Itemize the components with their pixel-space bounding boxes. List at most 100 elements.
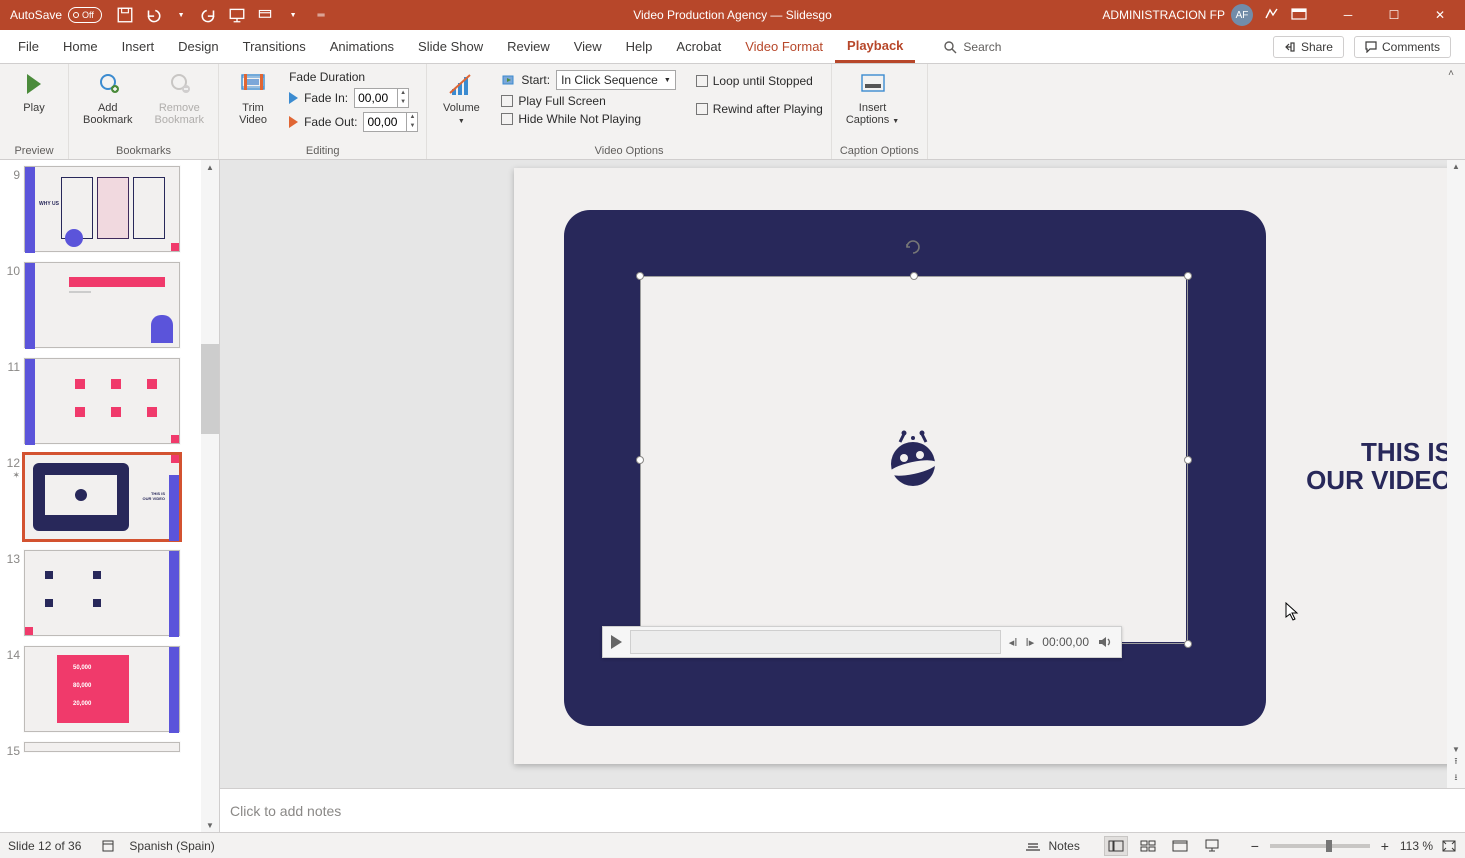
slide-thumbnail-15[interactable]: 15 xyxy=(2,742,215,758)
fade-out-label: Fade Out: xyxy=(304,115,357,129)
account-button[interactable]: ADMINISTRACION FP AF xyxy=(1102,4,1253,26)
tab-animations[interactable]: Animations xyxy=(318,30,406,63)
user-avatar: AF xyxy=(1231,4,1253,26)
insert-captions-icon xyxy=(857,70,889,98)
tab-playback[interactable]: Playback xyxy=(835,30,915,63)
group-video-options: Volume▼ Start: In Click Sequence ▼ xyxy=(427,64,831,159)
selection-handle[interactable] xyxy=(636,272,644,280)
ribbon-display-icon[interactable] xyxy=(1291,8,1307,23)
trim-video-button[interactable]: Trim Video xyxy=(227,68,279,128)
mouse-cursor xyxy=(1285,602,1299,622)
rewind-checkbox[interactable]: Rewind after Playing xyxy=(696,102,823,116)
close-button[interactable]: ✕ xyxy=(1417,0,1463,30)
slide-thumbnail-13[interactable]: 13 xyxy=(2,550,215,636)
redo-icon[interactable] xyxy=(200,6,218,24)
selection-handle[interactable] xyxy=(910,272,918,280)
add-bookmark-button[interactable]: Add Bookmark xyxy=(77,68,139,128)
collapse-ribbon-icon[interactable]: ˄ xyxy=(1448,68,1454,79)
autosave-toggle[interactable]: AutoSave Off xyxy=(10,7,102,23)
slide-sorter-view-button[interactable] xyxy=(1136,836,1160,856)
slide-thumbnail-14[interactable]: 14 50,000 80,000 20,000 xyxy=(2,646,215,732)
zoom-value[interactable]: 113 % xyxy=(1400,839,1433,853)
tab-design[interactable]: Design xyxy=(166,30,230,63)
tab-view[interactable]: View xyxy=(562,30,614,63)
thumbnail-scrollbar[interactable]: ▲ ▼ xyxy=(201,160,219,832)
ribbon-tabs: File Home Insert Design Transitions Anim… xyxy=(0,30,1465,64)
undo-dropdown-icon[interactable]: ▼ xyxy=(172,6,190,24)
comments-button[interactable]: Comments xyxy=(1354,36,1451,58)
step-back-button[interactable]: ◂Ⅰ xyxy=(1009,636,1018,649)
slide-thumbnail-11[interactable]: 11 xyxy=(2,358,215,444)
slide-thumbnail-9[interactable]: 9 WHY US xyxy=(2,166,215,252)
coming-soon-icon[interactable] xyxy=(1263,5,1281,26)
video-progress-track[interactable] xyxy=(630,630,1001,654)
play-fullscreen-checkbox[interactable]: Play Full Screen xyxy=(501,94,675,108)
volume-button[interactable]: Volume▼ xyxy=(435,68,487,130)
normal-view-button[interactable] xyxy=(1104,836,1128,856)
video-play-button[interactable] xyxy=(611,635,622,649)
start-label: Start: xyxy=(521,73,550,87)
notes-toggle-icon[interactable] xyxy=(1025,840,1041,852)
fade-duration-label: Fade Duration xyxy=(289,70,418,84)
editor-vertical-scrollbar[interactable]: ▲ ▼ ⭱ ⭳ xyxy=(1447,160,1465,788)
tab-file[interactable]: File xyxy=(6,30,51,63)
qat-dropdown-icon[interactable]: ▼ xyxy=(284,6,302,24)
tab-home[interactable]: Home xyxy=(51,30,110,63)
rotate-handle[interactable] xyxy=(904,238,922,256)
zoom-in-button[interactable]: + xyxy=(1378,838,1392,854)
language-status[interactable]: Spanish (Spain) xyxy=(129,839,214,853)
slide-thumbnail-10[interactable]: 10 xyxy=(2,262,215,348)
slide-canvas-area[interactable]: ◂Ⅰ Ⅰ▸ 00:00,00 THIS IS OUR VIDEO xyxy=(220,160,1465,788)
hide-not-playing-checkbox[interactable]: Hide While Not Playing xyxy=(501,112,675,126)
selection-handle[interactable] xyxy=(1184,456,1192,464)
insert-captions-button[interactable]: Insert Captions ▼ xyxy=(840,68,905,130)
fit-to-window-button[interactable] xyxy=(1441,839,1457,853)
reading-view-button[interactable] xyxy=(1168,836,1192,856)
tab-acrobat[interactable]: Acrobat xyxy=(664,30,733,63)
fade-in-input[interactable]: ▲▼ xyxy=(354,88,409,108)
video-volume-button[interactable] xyxy=(1097,634,1113,650)
tab-slideshow[interactable]: Slide Show xyxy=(406,30,495,63)
selection-handle[interactable] xyxy=(636,456,644,464)
present-from-beginning-icon[interactable] xyxy=(228,6,246,24)
group-preview: Play Preview xyxy=(0,64,69,159)
tab-transitions[interactable]: Transitions xyxy=(231,30,318,63)
prev-slide-icon[interactable]: ⭱ xyxy=(1454,754,1457,770)
slide-counter[interactable]: Slide 12 of 36 xyxy=(8,839,81,853)
slide-title[interactable]: THIS IS OUR VIDEO xyxy=(1272,438,1452,494)
scroll-down-icon[interactable]: ▼ xyxy=(1452,745,1460,754)
slideshow-view-button[interactable] xyxy=(1200,836,1224,856)
save-icon[interactable] xyxy=(116,6,134,24)
tab-insert[interactable]: Insert xyxy=(110,30,167,63)
notes-pane[interactable]: Click to add notes xyxy=(220,788,1465,832)
zoom-slider[interactable] xyxy=(1270,844,1370,848)
accessibility-icon[interactable] xyxy=(101,839,115,853)
tab-review[interactable]: Review xyxy=(495,30,562,63)
undo-icon[interactable] xyxy=(144,6,162,24)
play-button[interactable]: Play xyxy=(8,68,60,116)
slide-thumbnail-12[interactable]: 12✶ THIS ISOUR VIDEO xyxy=(2,454,215,540)
zoom-out-button[interactable]: − xyxy=(1248,838,1262,854)
maximize-button[interactable]: ☐ xyxy=(1371,0,1417,30)
scroll-down-icon[interactable]: ▼ xyxy=(201,818,219,832)
search-button[interactable]: Search xyxy=(943,30,1001,63)
minimize-button[interactable]: ─ xyxy=(1325,0,1371,30)
selection-handle[interactable] xyxy=(1184,272,1192,280)
share-button[interactable]: Share xyxy=(1273,36,1344,58)
notes-placeholder: Click to add notes xyxy=(230,803,341,819)
start-combo[interactable]: In Click Sequence ▼ xyxy=(556,70,676,90)
animation-indicator-icon: ✶ xyxy=(2,470,20,481)
tab-video-format[interactable]: Video Format xyxy=(733,30,835,63)
scroll-up-icon[interactable]: ▲ xyxy=(201,160,219,174)
step-forward-button[interactable]: Ⅰ▸ xyxy=(1026,636,1035,649)
notes-button-label[interactable]: Notes xyxy=(1049,839,1080,853)
comments-icon xyxy=(1365,41,1377,53)
next-slide-icon[interactable]: ⭳ xyxy=(1454,770,1457,786)
selection-handle[interactable] xyxy=(1184,640,1192,648)
scroll-up-icon[interactable]: ▲ xyxy=(1452,162,1460,171)
loop-checkbox[interactable]: Loop until Stopped xyxy=(696,74,823,88)
qat-customize-icon[interactable]: ═ xyxy=(312,6,330,24)
tab-help[interactable]: Help xyxy=(614,30,665,63)
qat-more-icon[interactable] xyxy=(256,6,274,24)
fade-out-input[interactable]: ▲▼ xyxy=(363,112,418,132)
